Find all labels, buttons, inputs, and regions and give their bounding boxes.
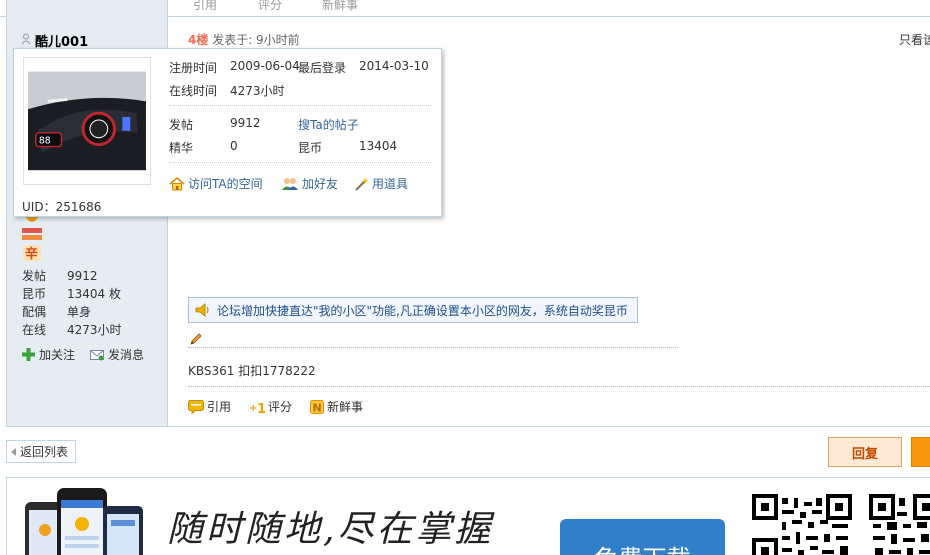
phones-illustration	[25, 488, 143, 555]
medal-icon-3: 辛	[23, 245, 41, 262]
previous-author-col	[6, 0, 168, 17]
stat-value: 单身	[67, 305, 92, 319]
actions-divider	[188, 386, 930, 387]
stat-label: 发帖	[22, 269, 47, 283]
free-download-button[interactable]: 免费下载	[560, 519, 725, 555]
coins-value: 13404	[359, 139, 398, 153]
follow-button[interactable]: 加关注	[22, 346, 75, 363]
quote-button[interactable]: 引用	[188, 398, 231, 415]
plus-icon	[22, 348, 35, 361]
back-to-list-label: 返回列表	[20, 445, 69, 459]
qr-code-icon-2	[869, 494, 930, 555]
visit-space-link[interactable]: 访问TA的空间	[169, 175, 263, 192]
last-login-value: 2014-03-10	[359, 59, 429, 73]
use-tool-link[interactable]: 用道具	[354, 175, 408, 192]
user-online-icon	[21, 33, 31, 45]
wand-icon	[355, 177, 368, 191]
quote-label: 引用	[207, 400, 232, 414]
message-label: 发消息	[108, 348, 145, 362]
back-to-list-button[interactable]: 返回列表	[6, 440, 77, 463]
online-value: 4273小时	[230, 84, 285, 98]
post-time: 9小时前	[256, 33, 300, 47]
rate-button[interactable]: + 1 评分	[249, 398, 292, 415]
online-label: 在线时间	[169, 84, 218, 98]
stat-row: 在线 4273小时	[22, 321, 162, 339]
signature-divider	[188, 347, 678, 348]
visit-space-label: 访问TA的空间	[188, 177, 263, 191]
pencil-icon	[190, 333, 202, 345]
post-actions: 引用 + 1 评分 N 新鲜事	[188, 398, 363, 415]
top-fresh-action[interactable]: 新鲜事	[322, 0, 358, 13]
user-info-popup: 88 UID：251686 注册时间 2009-06-04 最后登录 2014-…	[13, 48, 442, 217]
author-stats: 发帖 9912 昆币 13404 枚 配偶 单身 在线 4273小时	[22, 267, 162, 339]
new-post-button[interactable]	[911, 437, 930, 467]
notice-text: 论坛增加快捷直达"我的小区"功能,凡正确设置本小区的网友，系统自动奖昆币	[217, 303, 628, 318]
fresh-news-button[interactable]: N 新鲜事	[310, 398, 363, 415]
quote-icon	[188, 399, 204, 414]
medal-icon-2	[22, 228, 42, 240]
follow-label: 加关注	[39, 348, 76, 362]
stat-label: 配偶	[22, 305, 47, 319]
reg-label: 注册时间	[169, 61, 218, 75]
only-view-author-link[interactable]: 只看该作者	[899, 31, 930, 48]
last-login-label: 最后登录	[298, 61, 347, 75]
banner-slogan: 随时随地,尽在掌握	[167, 509, 494, 550]
popup-divider-2	[169, 162, 431, 163]
top-quote-label: 引用	[193, 0, 218, 12]
svg-text:88: 88	[39, 136, 51, 147]
posts-label: 发帖	[169, 118, 194, 132]
svg-text:1: 1	[257, 402, 265, 414]
stat-value: 9912	[67, 269, 98, 283]
post-floor-info: 4楼 发表于: 9小时前	[188, 31, 300, 48]
stat-row: 昆币 13404 枚	[22, 285, 162, 303]
reply-button[interactable]: 回复	[828, 437, 902, 467]
digest-label: 精华	[169, 141, 194, 155]
stat-row: 发帖 9912	[22, 267, 162, 285]
digest-value: 0	[230, 139, 238, 153]
home-icon	[169, 176, 185, 190]
add-friend-icon	[282, 177, 298, 190]
top-quote-action[interactable]: 引用	[193, 0, 217, 13]
send-message-button[interactable]: 发消息	[90, 346, 144, 363]
coins-label: 昆币	[298, 141, 323, 155]
use-tool-label: 用道具	[372, 177, 409, 191]
floor-number[interactable]: 4楼	[188, 33, 208, 47]
arrow-left-icon	[11, 447, 16, 456]
posts-value: 9912	[230, 116, 261, 130]
search-posts-link[interactable]: 搜Ta的帖子	[298, 116, 359, 133]
mail-icon	[90, 349, 104, 360]
fresh-news-icon: N	[310, 399, 325, 414]
speaker-icon	[195, 303, 209, 317]
popup-divider	[169, 105, 431, 106]
add-friend-link[interactable]: 加好友	[282, 175, 338, 192]
top-rate-action[interactable]: 评分	[258, 0, 282, 13]
avatar-image: 88	[28, 71, 146, 171]
avatar[interactable]: 88	[23, 57, 151, 185]
stat-label: 昆币	[22, 287, 47, 301]
reg-value: 2009-06-04	[230, 59, 300, 73]
qr-code-icon	[752, 494, 852, 555]
signature-text: KBS361 扣扣1778222	[188, 364, 316, 378]
app-download-banner[interactable]: 随时随地,尽在掌握 免费下载	[6, 477, 930, 555]
rate-icon: + 1	[249, 402, 265, 414]
top-rate-label: 评分	[258, 0, 283, 12]
stat-row: 配偶 单身	[22, 303, 162, 321]
top-fresh-label: 新鲜事	[322, 0, 359, 12]
svg-text:辛: 辛	[25, 246, 38, 262]
time-prefix: 发表于:	[212, 33, 257, 47]
uid-label: UID：251686	[22, 200, 102, 214]
medal-icon-1	[25, 216, 39, 222]
add-friend-label: 加好友	[302, 177, 339, 191]
stat-value: 13404 枚	[67, 287, 121, 301]
stat-label: 在线	[22, 323, 47, 337]
fresh-news-label: 新鲜事	[327, 400, 364, 414]
svg-text:N: N	[313, 401, 322, 414]
rate-label: 评分	[268, 400, 293, 414]
stat-value: 4273小时	[67, 323, 122, 337]
notice-bar[interactable]: 论坛增加快捷直达"我的小区"功能,凡正确设置本小区的网友，系统自动奖昆币	[188, 297, 638, 323]
